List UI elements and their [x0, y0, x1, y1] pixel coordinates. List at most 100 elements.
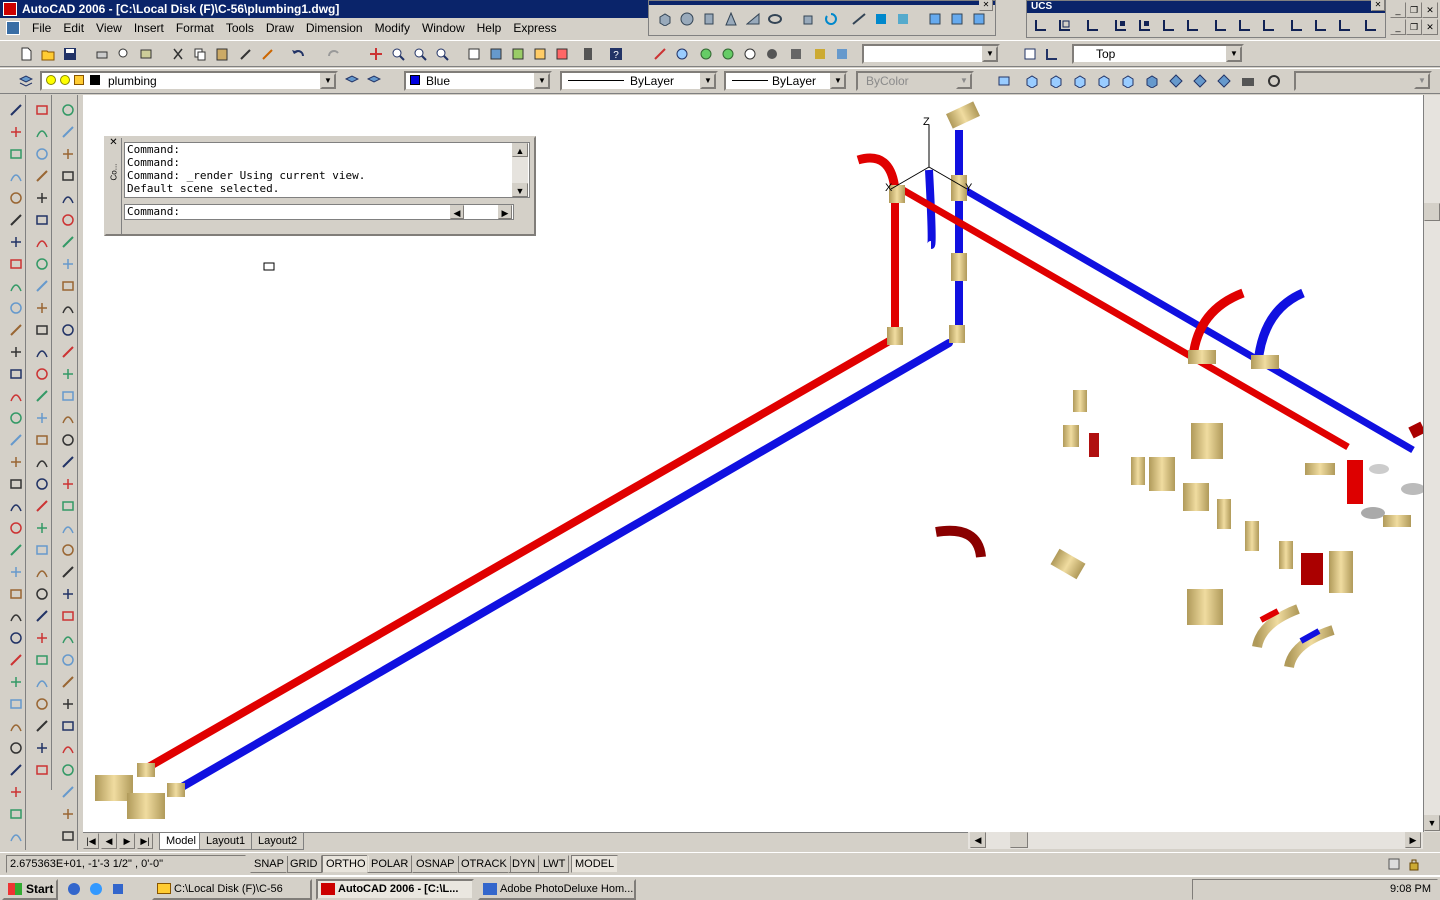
draw-tool-icon[interactable]: [32, 760, 52, 780]
linetype-combo[interactable]: ByLayer ▼: [560, 71, 718, 91]
slice-icon[interactable]: [849, 9, 869, 29]
draw-order-tool-icon[interactable]: [6, 254, 26, 274]
modify-tool-icon[interactable]: [58, 166, 78, 186]
modify-tool-icon[interactable]: [58, 694, 78, 714]
document-icon[interactable]: [6, 21, 20, 35]
modify-tool-icon[interactable]: [58, 452, 78, 472]
loose-coupling[interactable]: [1217, 499, 1231, 529]
redo-icon[interactable]: [324, 44, 344, 64]
ucs-object-icon[interactable]: [1135, 15, 1155, 35]
menu-express[interactable]: Express: [507, 18, 562, 38]
loose-elbow-red[interactable]: [935, 525, 986, 558]
command-window-handle[interactable]: ✕ Co...: [106, 138, 122, 234]
zoom-previous-icon[interactable]: [432, 44, 452, 64]
torus-icon[interactable]: [765, 9, 785, 29]
cut-icon[interactable]: [168, 44, 188, 64]
chevron-down-icon[interactable]: ▼: [320, 73, 336, 89]
osnap-toggle[interactable]: OSNAP: [412, 855, 459, 873]
draw-tool-icon[interactable]: [32, 188, 52, 208]
draw-order-tool-icon[interactable]: [6, 760, 26, 780]
design-center-icon[interactable]: [486, 44, 506, 64]
draw-tool-icon[interactable]: [32, 166, 52, 186]
draw-tool-icon[interactable]: [32, 276, 52, 296]
loose-coupling[interactable]: [1131, 457, 1145, 485]
modify-tool-icon[interactable]: [58, 364, 78, 384]
zoom-window-icon[interactable]: [410, 44, 430, 64]
doc-restore-icon[interactable]: ❐: [1406, 19, 1422, 35]
render-stats-icon[interactable]: [810, 44, 830, 64]
draw-order-tool-icon[interactable]: [6, 518, 26, 538]
modify-tool-icon[interactable]: [58, 562, 78, 582]
modify-tool-icon[interactable]: [58, 254, 78, 274]
named-view-combo[interactable]: ▼: [862, 44, 1000, 64]
new-icon[interactable]: [16, 44, 36, 64]
extrude-icon[interactable]: [799, 9, 819, 29]
draw-order-tool-icon[interactable]: [6, 628, 26, 648]
lights-icon[interactable]: [696, 44, 716, 64]
clock[interactable]: 9:08 PM: [1390, 883, 1431, 895]
section-icon[interactable]: [871, 9, 891, 29]
materials-icon[interactable]: [718, 44, 738, 64]
markup-icon[interactable]: [552, 44, 572, 64]
tab-next-icon[interactable]: ▶: [119, 833, 135, 849]
color-combo[interactable]: Blue ▼: [404, 71, 552, 91]
coordinate-readout[interactable]: 2.675363E+01, -1'-3 1/2" , 0'-0": [6, 855, 246, 873]
loose-valve[interactable]: [1187, 589, 1223, 625]
draw-tool-icon[interactable]: [32, 320, 52, 340]
pan-icon[interactable]: [366, 44, 386, 64]
loose-washer[interactable]: [1361, 507, 1385, 519]
task-explorer[interactable]: C:\Local Disk (F)\C-56: [152, 879, 312, 900]
loose-reducer[interactable]: [1279, 541, 1293, 569]
modify-tool-icon[interactable]: [58, 386, 78, 406]
modify-tool-icon[interactable]: [58, 782, 78, 802]
draw-order-tool-icon[interactable]: [6, 100, 26, 120]
draw-order-tool-icon[interactable]: [6, 166, 26, 186]
draw-order-tool-icon[interactable]: [6, 540, 26, 560]
view-left-icon[interactable]: [1046, 71, 1066, 91]
draw-order-tool-icon[interactable]: [6, 430, 26, 450]
modify-tool-icon[interactable]: [58, 298, 78, 318]
plot-icon[interactable]: [92, 44, 112, 64]
tab-layout2[interactable]: Layout2: [251, 833, 305, 850]
draw-tool-icon[interactable]: [32, 672, 52, 692]
menu-window[interactable]: Window: [416, 18, 471, 38]
chevron-down-icon[interactable]: ▼: [700, 73, 716, 89]
draw-order-tool-icon[interactable]: [6, 694, 26, 714]
loose-washer[interactable]: [1401, 483, 1425, 495]
draw-tool-icon[interactable]: [32, 232, 52, 252]
tab-last-icon[interactable]: ▶|: [137, 833, 153, 849]
loose-elbow[interactable]: [1063, 425, 1079, 447]
setup-view-icon[interactable]: [947, 9, 967, 29]
modify-tool-icon[interactable]: [58, 188, 78, 208]
undo-icon[interactable]: [288, 44, 308, 64]
view-nw-iso-icon[interactable]: [1214, 71, 1234, 91]
draw-order-tool-icon[interactable]: [6, 210, 26, 230]
grid-toggle[interactable]: GRID: [286, 855, 322, 873]
command-window-close-icon[interactable]: ✕: [108, 138, 119, 149]
draw-order-tool-icon[interactable]: [6, 782, 26, 802]
doc-close-icon[interactable]: ✕: [1422, 19, 1438, 35]
camera-icon[interactable]: [1238, 71, 1258, 91]
modify-tool-icon[interactable]: [58, 738, 78, 758]
layer-previous-icon[interactable]: [364, 71, 384, 91]
draw-tool-icon[interactable]: [32, 452, 52, 472]
landscape-icon[interactable]: [740, 44, 760, 64]
chevron-down-icon[interactable]: ▼: [534, 73, 550, 89]
autocad-app-icon[interactable]: [3, 2, 17, 16]
draw-tool-icon[interactable]: [32, 210, 52, 230]
modify-tool-icon[interactable]: [58, 760, 78, 780]
elbow-fitting[interactable]: [887, 327, 903, 345]
coupling-fitting[interactable]: [137, 763, 155, 777]
modify-tool-icon[interactable]: [58, 650, 78, 670]
draw-tool-icon[interactable]: [32, 386, 52, 406]
ucs-toolbar-close-icon[interactable]: ✕: [1371, 0, 1385, 11]
draw-order-tool-icon[interactable]: [6, 122, 26, 142]
draw-order-tool-icon[interactable]: [6, 804, 26, 824]
draw-order-tool-icon[interactable]: [6, 452, 26, 472]
open-icon[interactable]: [38, 44, 58, 64]
ucs-view-icon[interactable]: [1159, 15, 1179, 35]
modify-tool-icon[interactable]: [58, 210, 78, 230]
draw-order-tool-icon[interactable]: [6, 672, 26, 692]
modify-tool-icon[interactable]: [58, 342, 78, 362]
ucs-manager-icon[interactable]: [1361, 15, 1381, 35]
